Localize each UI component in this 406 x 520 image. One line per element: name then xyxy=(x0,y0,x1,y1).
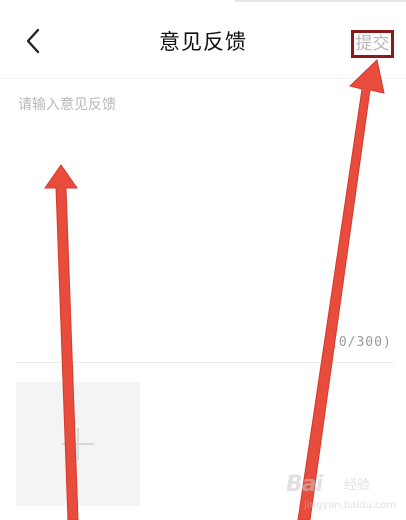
divider xyxy=(16,362,394,363)
nav-header: 意见反馈 提交 xyxy=(0,0,406,79)
watermark-url: jingyan.baidu.com xyxy=(304,500,397,511)
baidu-watermark: Bai 经验 jingyan.baidu.com xyxy=(286,472,398,516)
page-title: 意见反馈 xyxy=(159,30,247,54)
char-counter: (0/300) xyxy=(330,335,392,350)
watermark-logo: Bai xyxy=(286,472,323,497)
feedback-input[interactable] xyxy=(16,90,396,334)
watermark-sub: 经验 xyxy=(344,478,371,493)
plus-icon xyxy=(62,428,94,460)
add-image-button[interactable] xyxy=(16,382,140,506)
feedback-screen: 意见反馈 提交 (0/300) Bai 经验 jingyan.baidu.com xyxy=(0,0,406,520)
submit-button[interactable]: 提交 xyxy=(351,30,394,58)
